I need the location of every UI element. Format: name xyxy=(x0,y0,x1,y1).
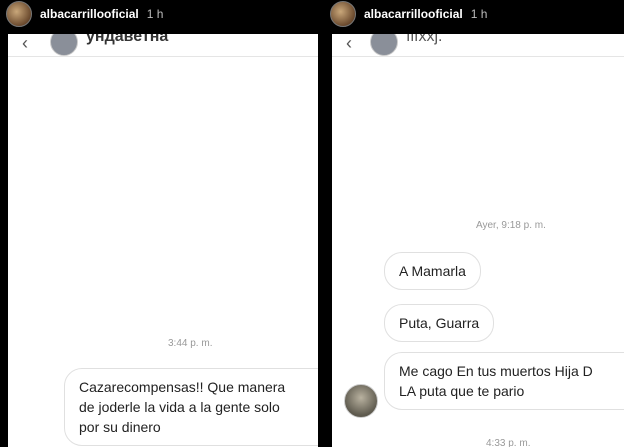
story-header: albacarrillooficial 1 h xyxy=(324,0,624,28)
message-line: por su dinero xyxy=(79,419,161,435)
chat-screenshot: ‹ ундаветна 3:44 p. m. Cazarecompensas!!… xyxy=(8,34,318,447)
message-timestamp: 4:33 p. m. xyxy=(486,438,531,447)
story-avatar[interactable] xyxy=(330,1,356,27)
message-line: LA puta que te pario xyxy=(399,383,525,399)
story-username[interactable]: albacarrillooficial xyxy=(40,7,139,21)
message-text: Puta, Guarra xyxy=(399,315,480,331)
panel-border xyxy=(0,0,2,447)
story-avatar[interactable] xyxy=(6,1,32,27)
contact-avatar xyxy=(370,34,398,56)
message-line: Cazarecompensas!! Que manera xyxy=(79,379,286,395)
back-arrow-icon[interactable]: ‹ xyxy=(346,34,352,52)
story-time: 1 h xyxy=(146,7,164,21)
chat-header: ‹ ılıxxj. xyxy=(332,34,624,57)
message-text: A Mamarla xyxy=(399,263,466,279)
contact-avatar xyxy=(50,34,78,56)
contact-name: ундаветна xyxy=(86,34,169,45)
message-bubble: A Mamarla xyxy=(384,252,481,290)
message-timestamp: Ayer, 9:18 p. m. xyxy=(476,220,546,231)
message-line: Me cago En tus muertos Hija D xyxy=(399,363,593,379)
message-line: de joderle la vida a la gente solo xyxy=(79,399,280,415)
story-username[interactable]: albacarrillooficial xyxy=(364,7,463,21)
message-bubble: Me cago En tus muertos Hija D LA puta qu… xyxy=(384,352,624,410)
story-header: albacarrillooficial 1 h xyxy=(0,0,324,28)
message-timestamp: 3:44 p. m. xyxy=(168,338,213,349)
story-time: 1 h xyxy=(470,7,488,21)
message-bubble: Cazarecompensas!! Que manera de joderle … xyxy=(64,368,318,446)
contact-name: ılıxxj. xyxy=(406,34,443,45)
left-story-panel: albacarrillooficial 1 h ‹ ундаветна 3:44… xyxy=(0,0,324,447)
right-story-panel: albacarrillooficial 1 h ‹ ılıxxj. Ayer, … xyxy=(324,0,624,447)
back-arrow-icon[interactable]: ‹ xyxy=(22,34,28,52)
message-bubble: Puta, Guarra xyxy=(384,304,495,342)
chat-screenshot: ‹ ılıxxj. Ayer, 9:18 p. m. A Mamarla Put… xyxy=(332,34,624,447)
sender-avatar xyxy=(344,384,378,418)
chat-header: ‹ ундаветна xyxy=(8,34,318,57)
